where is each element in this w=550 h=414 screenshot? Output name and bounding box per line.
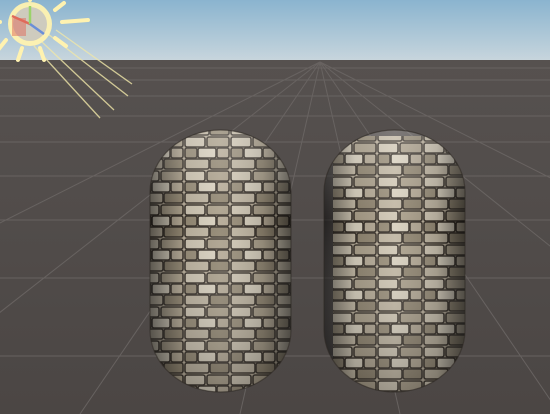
capsule-left[interactable]	[149, 129, 292, 393]
sky	[0, 0, 550, 62]
capsule-right[interactable]	[323, 129, 474, 398]
scene-canvas[interactable]	[0, 0, 550, 414]
scene-viewport[interactable]	[0, 0, 550, 414]
